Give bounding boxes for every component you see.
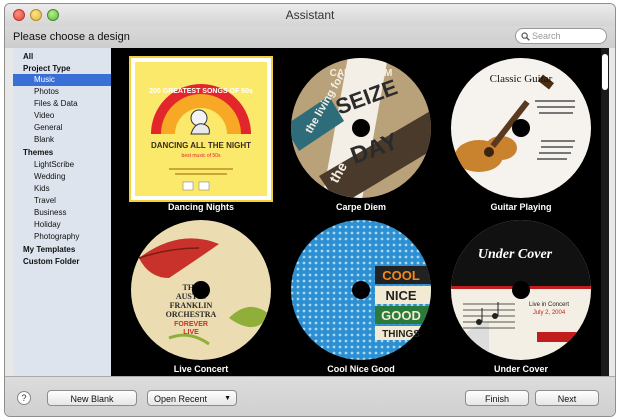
sidebar-item-files-data[interactable]: Files & Data — [13, 98, 111, 110]
new-blank-button[interactable]: New Blank — [47, 390, 137, 406]
design-thumb-live-concert[interactable]: THE AUSTIN FRANKLIN ORCHESTRA FOREVER LI… — [129, 218, 273, 367]
design-name-under-cover[interactable]: Under Cover — [446, 364, 596, 374]
design-grid: 200 GREATEST SONGS OF 50s DANCING ALL TH… — [111, 48, 609, 376]
design-name-live-concert[interactable]: Live Concert — [126, 364, 276, 374]
cool-word1-text: COOL — [382, 268, 420, 283]
search-input[interactable] — [532, 30, 602, 42]
live-line5-text: FOREVER — [174, 321, 208, 328]
design-thumb-carpe-diem[interactable]: SEIZE DAY CARPE DIEM the living for the — [289, 56, 433, 205]
sidebar-item-general[interactable]: General — [13, 122, 111, 134]
sidebar-item-custom-folder[interactable]: Custom Folder — [13, 256, 111, 268]
live-line3-text: FRANKLIN — [170, 301, 213, 310]
bottom-bar: ? New Blank Open Recent ▼ Finish Next — [5, 376, 615, 416]
design-name-carpe-diem[interactable]: Carpe Diem — [286, 202, 436, 212]
design-name-cool-nice-good[interactable]: Cool Nice Good — [286, 364, 436, 374]
assistant-window: Assistant Please choose a design All Pro… — [4, 3, 616, 417]
undercover-title-text: Under Cover — [478, 247, 553, 262]
design-name-dancing-nights[interactable]: Dancing Nights — [126, 202, 276, 212]
sidebar-item-wedding[interactable]: Wedding — [13, 171, 111, 183]
help-button[interactable]: ? — [17, 391, 31, 405]
cool-word2-text: NICE — [385, 288, 416, 303]
dancing-headline-text: DANCING ALL THE NIGHT — [151, 141, 251, 150]
design-thumb-dancing-nights[interactable]: 200 GREATEST SONGS OF 50s DANCING ALL TH… — [129, 56, 273, 207]
undercover-sub-text: Live in Concert — [529, 302, 569, 308]
sidebar-item-photography[interactable]: Photography — [13, 231, 111, 243]
toolbar: Please choose a design — [5, 26, 615, 48]
sidebar-item-all[interactable]: All — [13, 51, 111, 63]
design-thumb-under-cover[interactable]: Under Cover Live in Concert July 2, 2004 — [449, 218, 593, 367]
scrollbar-thumb[interactable] — [602, 54, 608, 90]
category-sidebar: All Project Type Music Photos Files & Da… — [13, 48, 112, 376]
design-thumb-cool-nice-good[interactable]: COOL NICE GOOD THINGS — [289, 218, 433, 367]
finish-button[interactable]: Finish — [465, 390, 529, 406]
open-recent-label: Open Recent — [154, 394, 208, 404]
dancing-sub-text: best music of 50s — [182, 153, 221, 159]
open-recent-popup[interactable]: Open Recent ▼ — [147, 390, 237, 406]
sidebar-item-my-templates[interactable]: My Templates — [13, 244, 111, 256]
grid-scrollbar[interactable] — [601, 48, 609, 376]
live-line4-text: ORCHESTRA — [166, 310, 217, 319]
sidebar-item-music[interactable]: Music — [13, 74, 111, 86]
sidebar-item-business[interactable]: Business — [13, 207, 111, 219]
sidebar-item-lightscribe[interactable]: LightScribe — [13, 159, 111, 171]
live-line6-text: LIVE — [183, 329, 199, 336]
dancing-banner-text: 200 GREATEST SONGS OF 50s — [149, 88, 253, 95]
title-bar: Assistant — [5, 4, 615, 27]
sidebar-item-blank[interactable]: Blank — [13, 134, 111, 146]
sidebar-group-themes[interactable]: Themes — [13, 147, 111, 159]
guitar-title-text: Classic Guitar — [490, 73, 553, 85]
sidebar-item-photos[interactable]: Photos — [13, 86, 111, 98]
design-name-guitar-playing[interactable]: Guitar Playing — [446, 202, 596, 212]
sidebar-item-travel[interactable]: Travel — [13, 195, 111, 207]
undercover-date-text: July 2, 2004 — [533, 310, 566, 316]
popup-arrow-icon: ▼ — [224, 395, 231, 402]
design-thumb-guitar-playing[interactable]: Classic Guitar — [449, 56, 593, 205]
cool-word4-text: THINGS — [382, 329, 420, 340]
cool-word3-text: GOOD — [381, 308, 421, 323]
sidebar-item-kids[interactable]: Kids — [13, 183, 111, 195]
sidebar-item-holiday[interactable]: Holiday — [13, 219, 111, 231]
next-button[interactable]: Next — [535, 390, 599, 406]
choose-design-prompt: Please choose a design — [13, 31, 130, 43]
window-title: Assistant — [285, 8, 335, 22]
search-icon — [521, 32, 530, 41]
search-box[interactable] — [515, 28, 607, 44]
sidebar-item-video[interactable]: Video — [13, 110, 111, 122]
